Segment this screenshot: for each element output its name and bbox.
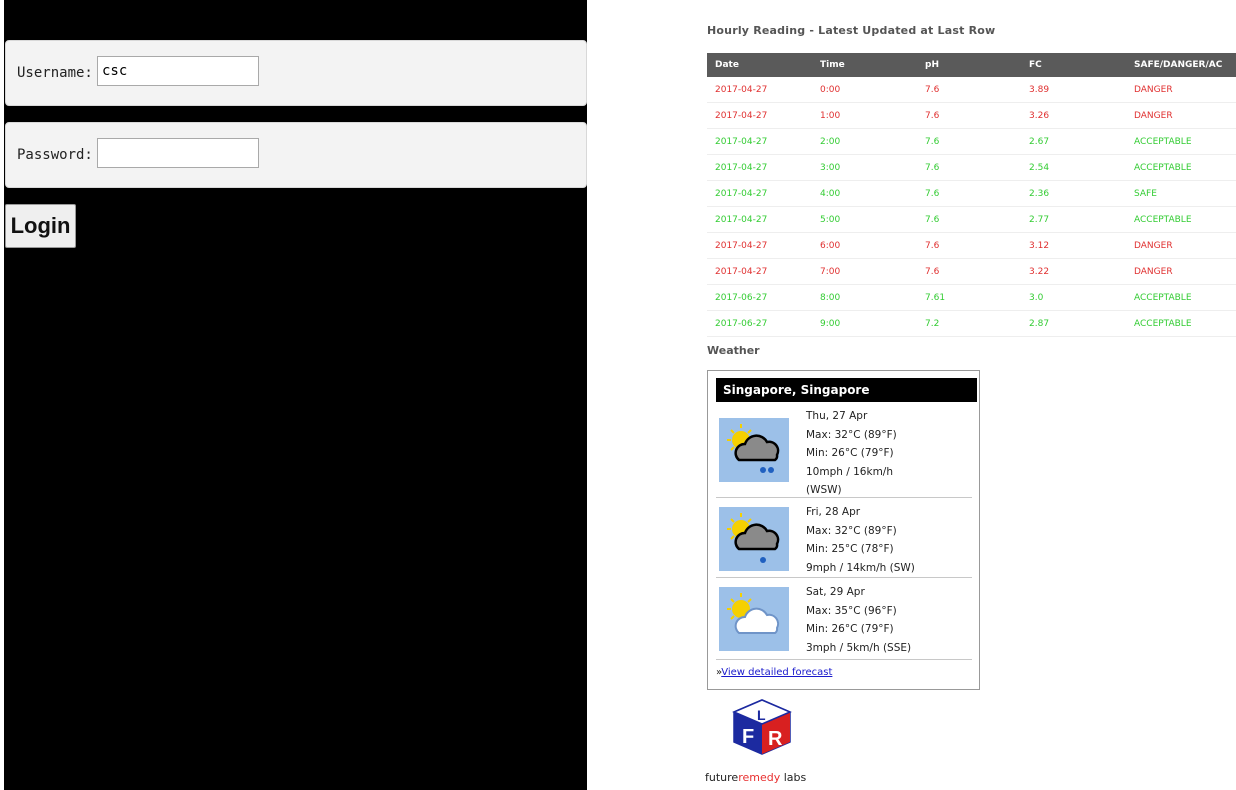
table-cell-ph: 7.6 [917,102,1021,129]
svg-text:F: F [742,726,754,748]
table-row: 2017-04-27 5:00 7.6 2.77 ACCEPTABLE [707,206,1236,233]
table-cell-status: ACCEPTABLE [1126,284,1236,311]
table-cell-status: DANGER [1126,77,1236,103]
table-cell-date: 2017-06-27 [707,284,812,311]
weather-heading: Weather [707,344,760,357]
login-panel: Username: Password: Login [4,0,587,790]
table-row: 2017-06-27 8:00 7.61 3.0 ACCEPTABLE [707,284,1236,311]
table-cell-date: 2017-04-27 [707,128,812,155]
table-row: 2017-04-27 3:00 7.6 2.54 ACCEPTABLE [707,154,1236,181]
svg-text:R: R [768,728,783,750]
table-cell-ph: 7.6 [917,258,1021,285]
table-cell-time: 1:00 [812,102,917,129]
table-row: 2017-04-27 7:00 7.6 3.22 DANGER [707,258,1236,285]
brand-name: futureremedy labs [705,771,807,784]
table-cell-ph: 7.6 [917,180,1021,207]
table-cell-ph: 7.6 [917,128,1021,155]
table-cell-fc: 3.22 [1021,258,1126,285]
table-cell-fc: 3.12 [1021,232,1126,259]
table-cell-date: 2017-04-27 [707,154,812,181]
table-cell-ph: 7.2 [917,310,1021,337]
table-cell-time: 2:00 [812,128,917,155]
table-cell-date: 2017-06-27 [707,310,812,337]
forecast-day: Sat, 29 Apr Max: 35°C (96°F) Min: 26°C (… [716,579,972,660]
table-cell-status: ACCEPTABLE [1126,206,1236,233]
table-cell-fc: 2.77 [1021,206,1126,233]
table-cell-fc: 2.54 [1021,154,1126,181]
weather-location: Singapore, Singapore [716,378,977,402]
column-header-fc: FC [1021,53,1126,77]
forecast-day: Fri, 28 Apr Max: 32°C (89°F) Min: 25°C (… [716,499,972,578]
table-cell-ph: 7.61 [917,284,1021,311]
table-cell-fc: 2.87 [1021,310,1126,337]
password-label: Password: [17,147,93,163]
table-cell-ph: 7.6 [917,154,1021,181]
forecast-link-line: »View detailed forecast [716,667,833,678]
forecast-day-text: Thu, 27 Apr Max: 32°C (89°F) Min: 26°C (… [806,410,897,496]
username-label: Username: [17,65,93,81]
sun-cloud-light-rain-icon [719,507,789,571]
table-cell-time: 9:00 [812,310,917,337]
table-cell-status: ACCEPTABLE [1126,128,1236,155]
table-cell-date: 2017-04-27 [707,77,812,103]
table-cell-status: ACCEPTABLE [1126,154,1236,181]
table-cell-time: 6:00 [812,232,917,259]
column-header-status: SAFE/DANGER/AC [1126,53,1236,77]
future-remedy-labs-logo: F R L [720,698,804,764]
table-cell-fc: 2.67 [1021,128,1126,155]
table-row: 2017-04-27 6:00 7.6 3.12 DANGER [707,232,1236,259]
readings-title: Hourly Reading - Latest Updated at Last … [707,24,996,37]
table-cell-time: 7:00 [812,258,917,285]
username-row: Username: [5,40,587,106]
table-cell-date: 2017-04-27 [707,102,812,129]
table-row: 2017-06-27 9:00 7.2 2.87 ACCEPTABLE [707,310,1236,337]
detailed-forecast-link[interactable]: View detailed forecast [721,667,832,678]
table-cell-ph: 7.6 [917,77,1021,103]
password-input[interactable] [97,138,259,168]
password-row: Password: [5,122,587,188]
table-cell-time: 3:00 [812,154,917,181]
forecast-day-text: Sat, 29 Apr Max: 35°C (96°F) Min: 26°C (… [806,586,912,654]
table-cell-date: 2017-04-27 [707,258,812,285]
table-cell-ph: 7.6 [917,232,1021,259]
column-header-ph: pH [917,53,1021,77]
table-cell-time: 8:00 [812,284,917,311]
table-cell-date: 2017-04-27 [707,232,812,259]
table-header-row: Date Time pH FC SAFE/DANGER/AC [707,53,1236,77]
table-cell-status: DANGER [1126,102,1236,129]
column-header-date: Date [707,53,812,77]
table-cell-status: DANGER [1126,258,1236,285]
table-row: 2017-04-27 0:00 7.6 3.89 DANGER [707,77,1236,103]
table-cell-fc: 3.0 [1021,284,1126,311]
table-cell-status: ACCEPTABLE [1126,310,1236,337]
table-cell-date: 2017-04-27 [707,206,812,233]
table-row: 2017-04-27 4:00 7.6 2.36 SAFE [707,180,1236,207]
table-cell-fc: 2.36 [1021,180,1126,207]
table-row: 2017-04-27 1:00 7.6 3.26 DANGER [707,102,1236,129]
table-row: 2017-04-27 2:00 7.6 2.67 ACCEPTABLE [707,128,1236,155]
forecast-day-text: Fri, 28 Apr Max: 32°C (89°F) Min: 25°C (… [806,506,915,574]
table-cell-status: DANGER [1126,232,1236,259]
login-button[interactable]: Login [5,204,76,248]
table-cell-ph: 7.6 [917,206,1021,233]
forecast-day: Thu, 27 Apr Max: 32°C (89°F) Min: 26°C (… [716,403,972,498]
table-cell-status: SAFE [1126,180,1236,207]
username-input[interactable] [97,56,259,86]
table-cell-fc: 3.26 [1021,102,1126,129]
table-cell-time: 4:00 [812,180,917,207]
table-cell-time: 5:00 [812,206,917,233]
sun-cloud-heavy-rain-icon [719,418,789,482]
weather-widget: Singapore, Singapore Thu, 27 Apr Max: 32… [707,370,980,690]
svg-text:L: L [757,707,766,723]
readings-table: Date Time pH FC SAFE/DANGER/AC 2017-04-2… [707,53,1236,337]
table-cell-time: 0:00 [812,77,917,103]
column-header-time: Time [812,53,917,77]
table-cell-date: 2017-04-27 [707,180,812,207]
table-cell-fc: 3.89 [1021,77,1126,103]
sun-cloud-icon [719,587,789,651]
